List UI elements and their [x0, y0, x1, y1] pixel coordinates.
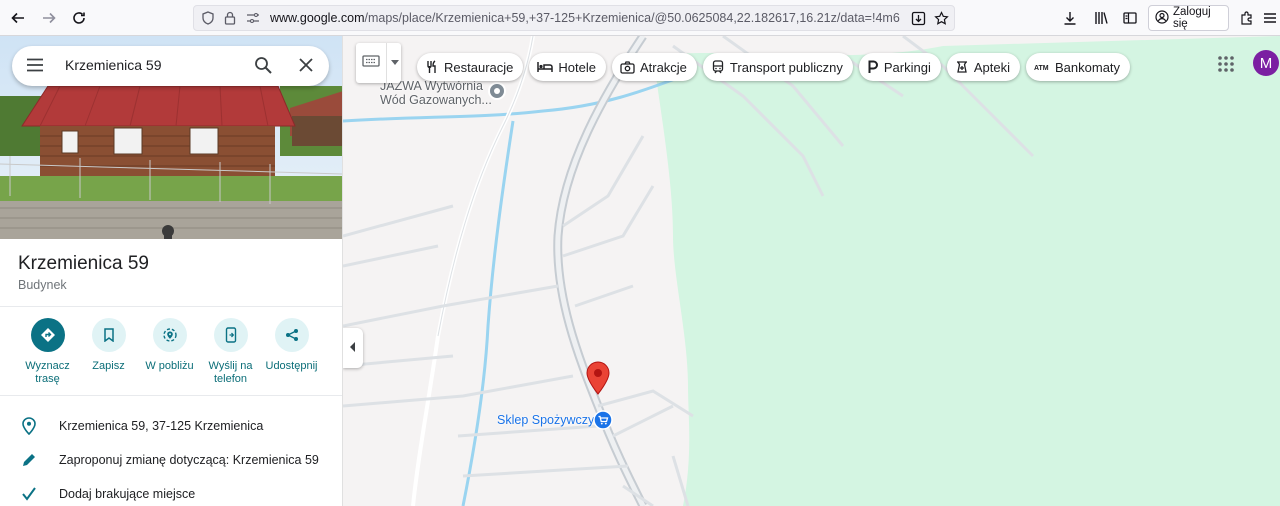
restaurant-icon	[425, 60, 439, 74]
suggest-edit-row[interactable]: Zaproponuj zmianę dotyczącą: Krzemienica…	[0, 445, 342, 475]
address-text: Krzemienica 59, 37-125 Krzemienica	[59, 419, 264, 433]
keyboard-icon	[362, 54, 380, 72]
pencil-icon	[19, 452, 39, 468]
place-category[interactable]: Budynek	[18, 278, 67, 292]
nearby-button[interactable]: W pobliżu	[139, 318, 200, 386]
action-label: Wyznacz trasę	[25, 360, 70, 385]
send-to-phone-icon	[213, 318, 248, 352]
action-label: Zapisz	[92, 360, 125, 372]
directions-icon	[30, 318, 65, 352]
permissions-icon[interactable]	[245, 10, 261, 26]
poi-label-shop[interactable]: Sklep Spożywczy	[497, 413, 594, 427]
chip-label: Atrakcje	[639, 59, 687, 75]
url-path: /maps/place/Krzemienica+59,+37-125+Krzem…	[364, 11, 901, 25]
shield-icon[interactable]	[200, 10, 216, 26]
add-place-text: Dodaj brakujące miejsce	[59, 487, 196, 501]
divider	[0, 395, 342, 396]
share-icon	[274, 318, 309, 352]
bookmark-star-icon[interactable]	[933, 10, 949, 26]
hotel-icon	[537, 61, 554, 73]
add-location-icon	[19, 486, 39, 502]
send-to-phone-button[interactable]: Wyślij na telefon	[200, 318, 261, 386]
chip-label: Parkingi	[883, 59, 931, 75]
svg-text:ATM: ATM	[1034, 65, 1049, 72]
poi-factory-text: JAŹWA Wytwórnia Wód Gazowanych...	[380, 79, 492, 107]
nearby-icon	[152, 318, 187, 352]
chip-parking[interactable]: Parkingi	[858, 53, 941, 81]
caret-left-icon	[350, 339, 356, 357]
dropdown-arrow-icon[interactable]	[386, 43, 399, 83]
browser-toolbar: www.google.com/maps/place/Krzemienica+59…	[0, 0, 1280, 36]
chip-label: Restauracje	[444, 59, 514, 75]
camera-icon	[620, 60, 635, 74]
pharmacy-icon	[955, 60, 969, 74]
place-title: Krzemienica 59	[18, 253, 149, 274]
input-tools-button[interactable]	[356, 43, 401, 83]
sidebar-icon[interactable]	[1120, 8, 1140, 28]
action-label: W pobliżu	[145, 360, 194, 372]
suggest-edit-text: Zaproponuj zmianę dotyczącą: Krzemienica…	[59, 453, 319, 467]
share-button[interactable]: Udostępnij	[261, 318, 322, 386]
location-pin-outline-icon	[19, 417, 39, 435]
chip-attractions[interactable]: Atrakcje	[611, 53, 697, 81]
forward-arrow-icon[interactable]	[37, 6, 61, 30]
map-canvas[interactable]: JAŹWA Wytwórnia Wód Gazowanych... Sklep …	[343, 36, 1280, 506]
bookmark-icon	[91, 318, 126, 352]
chip-atm[interactable]: ATM Bankomaty	[1026, 53, 1131, 81]
url-text[interactable]: www.google.com/maps/place/Krzemienica+59…	[270, 11, 900, 25]
chip-transit[interactable]: Transport publiczny	[702, 53, 853, 81]
downloads-icon[interactable]	[1060, 8, 1080, 28]
chip-label: Bankomaty	[1055, 59, 1121, 75]
category-chips: Restauracje Hotele Atrakcje Transport pu…	[417, 53, 1131, 81]
directions-button[interactable]: Wyznacz trasę	[17, 318, 78, 386]
chip-label: Apteki	[973, 59, 1010, 75]
divider	[0, 306, 342, 307]
chip-hotels[interactable]: Hotele	[529, 53, 606, 81]
screenshot-icon[interactable]	[910, 10, 926, 26]
extensions-icon[interactable]	[1237, 8, 1257, 28]
poi-label-factory[interactable]: JAŹWA Wytwórnia Wód Gazowanych...	[380, 79, 492, 107]
login-button[interactable]: Zaloguj się	[1148, 5, 1229, 31]
collapse-panel-button[interactable]	[343, 328, 363, 368]
url-bar[interactable]: www.google.com/maps/place/Krzemienica+59…	[193, 5, 955, 31]
url-domain: www.google.com	[270, 11, 365, 25]
hamburger-menu-icon[interactable]	[26, 58, 44, 77]
place-panel: Krzemienica 59 Krzemienica 59 Budynek Wy…	[0, 36, 343, 506]
search-box[interactable]: Krzemienica 59	[12, 46, 329, 86]
shopping-cart-icon[interactable]	[593, 410, 613, 430]
lock-icon[interactable]	[222, 10, 238, 26]
add-place-row[interactable]: Dodaj brakujące miejsce	[0, 479, 342, 506]
chip-pharmacy[interactable]: Apteki	[946, 53, 1020, 81]
chip-restaurants[interactable]: Restauracje	[417, 53, 524, 81]
account-icon	[1155, 9, 1169, 27]
chip-label: Hotele	[558, 59, 596, 75]
google-apps-icon[interactable]	[1216, 54, 1236, 74]
search-input[interactable]: Krzemienica 59	[65, 57, 162, 73]
parking-icon	[867, 60, 879, 74]
menu-icon[interactable]	[1260, 8, 1280, 28]
action-label: Wyślij na telefon	[208, 360, 253, 385]
address-row[interactable]: Krzemienica 59, 37-125 Krzemienica	[0, 411, 342, 441]
save-button[interactable]: Zapisz	[78, 318, 139, 386]
atm-icon: ATM	[1034, 62, 1050, 72]
library-icon[interactable]	[1091, 8, 1111, 28]
back-arrow-icon[interactable]	[6, 6, 30, 30]
location-pin-icon[interactable]	[586, 361, 610, 395]
close-icon[interactable]	[298, 57, 314, 78]
reload-icon[interactable]	[67, 6, 91, 30]
action-label: Udostępnij	[265, 360, 318, 372]
avatar[interactable]: M	[1253, 50, 1279, 76]
transit-icon	[711, 60, 725, 74]
search-icon[interactable]	[254, 56, 273, 80]
action-buttons: Wyznacz trasę Zapisz W pobliżu Wyślij na…	[17, 318, 322, 386]
poi-pin-icon[interactable]	[487, 81, 507, 101]
chip-label: Transport publiczny	[729, 59, 843, 75]
login-label: Zaloguj się	[1173, 6, 1211, 30]
